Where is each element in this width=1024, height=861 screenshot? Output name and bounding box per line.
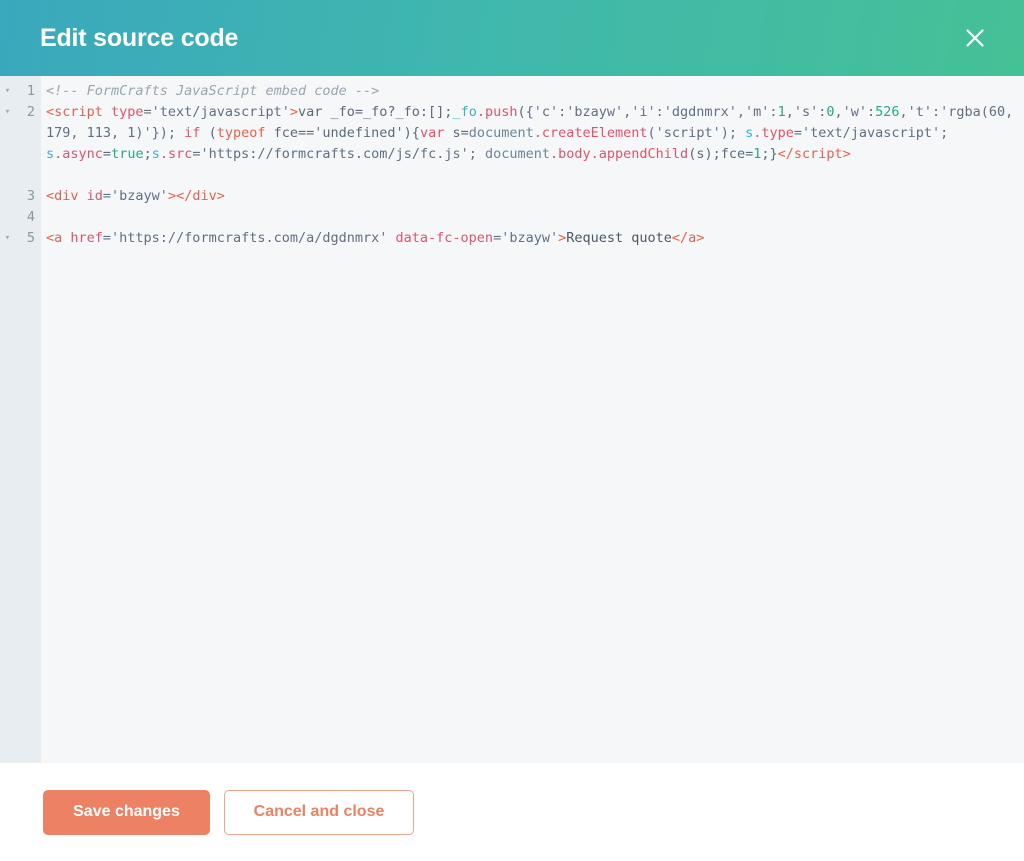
line-number: 3 bbox=[26, 188, 35, 204]
token-dot-body: .body bbox=[550, 146, 591, 162]
token-s-assign: s= bbox=[444, 125, 469, 141]
token-append-child: .appendChild bbox=[590, 146, 689, 162]
token-attr-href: href bbox=[62, 230, 103, 246]
close-button[interactable] bbox=[954, 17, 996, 59]
token-s-2: s bbox=[736, 125, 754, 141]
token-if: if bbox=[176, 125, 201, 141]
token-comma-w: ,'w': bbox=[834, 104, 876, 120]
token-gt: > bbox=[167, 188, 177, 204]
token-gt: > bbox=[289, 104, 298, 120]
token-document: document bbox=[468, 125, 534, 141]
token-num-w: 526 bbox=[875, 104, 900, 120]
line-number: 1 bbox=[26, 83, 35, 99]
close-icon bbox=[963, 26, 987, 50]
token-attr-id: id bbox=[78, 188, 103, 204]
code-line-5[interactable]: <a href='https://formcrafts.com/a/dgdnmr… bbox=[46, 228, 1024, 249]
token-href-value: ='https://formcrafts.com/a/dgdnmrx' bbox=[102, 230, 388, 246]
page-title: Edit source code bbox=[40, 23, 239, 52]
token-tag-open: <script bbox=[46, 104, 103, 120]
token-fce-undefined: fce=='undefined') bbox=[265, 125, 412, 141]
token-attr-data-fc-open: data-fc-open bbox=[387, 230, 494, 246]
gutter-row: ▾ 2 bbox=[0, 102, 41, 123]
token-attr-value: ='text/javascript' bbox=[143, 104, 290, 120]
token-push: .push bbox=[476, 104, 518, 120]
token-src-value: ='https://formcrafts.com/js/fc.js'; bbox=[192, 146, 477, 162]
token-comma-s: ,'s': bbox=[785, 104, 827, 120]
token-paren: ( bbox=[200, 125, 217, 141]
save-button[interactable]: Save changes bbox=[43, 789, 210, 835]
cancel-button[interactable]: Cancel and close bbox=[224, 789, 414, 835]
token-type-value: ='text/javascript'; bbox=[793, 125, 949, 141]
token-script-string: ('script'); bbox=[647, 125, 737, 141]
token-append-args: (s);fce= bbox=[688, 146, 754, 162]
token-create-element: .createElement bbox=[533, 125, 648, 141]
token-fo: _fo bbox=[452, 104, 477, 120]
token-id-value: ='bzayw' bbox=[102, 188, 168, 204]
token-gt: > bbox=[558, 230, 567, 246]
token-push-args: ({'c':'bzayw','i':'dgdnmrx','m': bbox=[517, 104, 778, 120]
token-equals: = bbox=[102, 146, 112, 162]
token-dot-async: .async bbox=[54, 146, 103, 162]
modal-footer: Save changes Cancel and close bbox=[0, 763, 1024, 861]
token-attr-type: type bbox=[102, 104, 144, 120]
line-number: 2 bbox=[26, 104, 35, 120]
token-document-2: document bbox=[476, 146, 551, 162]
code-line-4[interactable] bbox=[46, 207, 1024, 228]
token-a-close: </a> bbox=[671, 230, 705, 246]
code-line-1[interactable]: <!-- FormCrafts JavaScript embed code --… bbox=[46, 81, 1024, 102]
gutter-row: 3 bbox=[0, 186, 41, 207]
token-div-close: </div> bbox=[176, 188, 225, 204]
modal-header: Edit source code bbox=[0, 0, 1024, 76]
token-var-keyword: var bbox=[419, 125, 445, 141]
token-div-open: <div bbox=[46, 188, 79, 204]
token-typeof: typeof bbox=[216, 125, 266, 141]
token-script-close: </script> bbox=[777, 146, 851, 162]
token-close-brace: ;} bbox=[761, 146, 778, 162]
token-a-open: <a bbox=[46, 230, 63, 246]
token-s-4: s bbox=[151, 146, 160, 162]
gutter-row: ▾ 5 bbox=[0, 228, 41, 249]
gutter-row: 4 bbox=[0, 207, 41, 228]
line-number: 5 bbox=[26, 230, 35, 246]
source-code-editor[interactable]: ▾ 1 ▾ 2 3 4 ▾ 5 <!-- FormCrafts JavaScri… bbox=[0, 76, 1024, 763]
code-line-2[interactable]: <script type='text/javascript'>var _fo=_… bbox=[46, 102, 1024, 162]
editor-gutter: ▾ 1 ▾ 2 3 4 ▾ 5 bbox=[0, 76, 41, 763]
token-var-decl: var _fo=_fo?_fo: bbox=[298, 104, 429, 120]
token-semicolon: ; bbox=[143, 146, 152, 162]
line-number: 4 bbox=[26, 209, 35, 225]
code-text-area[interactable]: <!-- FormCrafts JavaScript embed code --… bbox=[41, 76, 1024, 763]
token-num-m: 1 bbox=[777, 104, 786, 120]
token-brace-open: { bbox=[411, 125, 420, 141]
code-line-3[interactable]: <div id='bzayw'></div> bbox=[46, 186, 1024, 207]
token-data-value: ='bzayw' bbox=[493, 230, 559, 246]
token-empty-array: []; bbox=[428, 104, 453, 120]
gutter-row: ▾ 1 bbox=[0, 81, 41, 102]
token-link-text: Request quote bbox=[566, 230, 672, 246]
token-dot-src: .src bbox=[159, 146, 193, 162]
token-true: true bbox=[111, 146, 144, 162]
token-dot-type: .type bbox=[753, 125, 794, 141]
code-comment: <!-- FormCrafts JavaScript embed code --… bbox=[46, 83, 380, 99]
